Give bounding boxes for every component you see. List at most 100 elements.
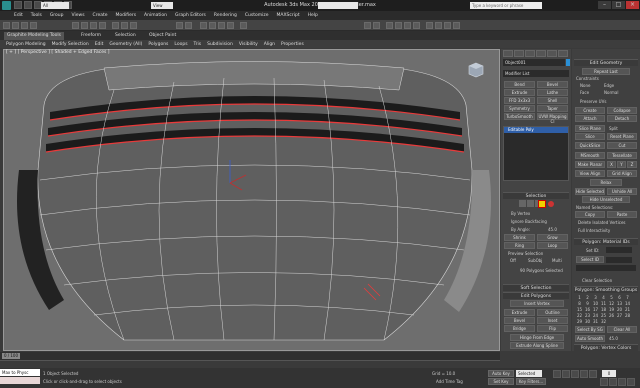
window-crossing-icon[interactable] — [99, 22, 106, 29]
viewport-label[interactable]: [ + ] [ Perspective ] [ Shaded + Edged F… — [6, 50, 110, 55]
ring-button[interactable]: Ring — [504, 242, 535, 249]
bridge-button[interactable]: Bridge — [504, 325, 535, 332]
maxscript-output[interactable] — [0, 377, 40, 384]
edit-polygons-rollout-header[interactable]: Edit Polygons — [503, 292, 569, 299]
material-ids-rollout-header[interactable]: Polygon: Material IDs — [574, 238, 638, 245]
snap-toggle-icon[interactable] — [200, 22, 207, 29]
motion-tab-icon[interactable] — [536, 50, 546, 57]
bevel-polygon-button[interactable]: Bevel — [504, 317, 535, 324]
viewcube-icon[interactable] — [468, 62, 484, 78]
modifier-list-dropdown[interactable]: Modifier List — [503, 70, 569, 77]
slice-button[interactable]: Slice — [575, 133, 605, 140]
constraint-none-radio[interactable]: None — [580, 83, 590, 88]
rendered-frame-icon[interactable] — [444, 22, 451, 29]
panel-visibility[interactable]: Visibility — [239, 42, 258, 47]
sg-button[interactable]: 32 — [600, 319, 607, 324]
turbosmooth-button[interactable]: TurboSmooth — [504, 113, 535, 120]
orbit-icon[interactable] — [618, 378, 626, 386]
rotate-icon[interactable] — [121, 22, 128, 29]
constraint-face-radio[interactable]: Face — [580, 90, 589, 95]
schematic-view-icon[interactable] — [413, 22, 420, 29]
select-id-spinner[interactable] — [606, 257, 632, 263]
sg-button[interactable]: 13 — [616, 301, 623, 306]
sg-button[interactable]: 25 — [600, 313, 607, 318]
element-mode-icon[interactable] — [548, 201, 554, 207]
key-mode-dropdown[interactable]: Selected — [516, 370, 542, 377]
constraint-normal-radio[interactable]: Normal — [604, 90, 618, 95]
rectangular-selection-icon[interactable] — [90, 22, 97, 29]
mirror-icon[interactable] — [364, 22, 371, 29]
inset-button[interactable]: Inset — [537, 317, 568, 324]
msmooth-button[interactable]: MSmooth — [575, 152, 605, 159]
sg-button[interactable]: 22 — [576, 313, 583, 318]
taper-button[interactable]: Taper — [537, 105, 568, 112]
tab-freeform[interactable]: Freeform — [78, 32, 104, 40]
set-id-spinner[interactable] — [606, 247, 632, 253]
display-tab-icon[interactable] — [547, 50, 557, 57]
sg-button[interactable]: 11 — [600, 301, 607, 306]
constraint-edge-radio[interactable]: Edge — [604, 83, 614, 88]
align-icon[interactable] — [373, 22, 380, 29]
split-checkbox[interactable]: Split — [609, 126, 618, 131]
clear-selection-checkbox[interactable]: Clear Selection — [582, 278, 612, 283]
sg-button[interactable]: 9 — [584, 301, 591, 306]
modifier-stack[interactable] — [503, 126, 569, 181]
vertex-colors-rollout-header[interactable]: Polygon: Vertex Colors — [574, 344, 638, 351]
key-filters-button[interactable]: Key Filters... — [516, 378, 546, 385]
bevel-button[interactable]: Bevel — [537, 81, 568, 88]
material-editor-icon[interactable] — [426, 22, 433, 29]
view-align-button[interactable]: View Align — [575, 170, 605, 177]
smoothing-groups-rollout-header[interactable]: Polygon: Smoothing Groups — [574, 286, 638, 293]
render-production-icon[interactable] — [453, 22, 460, 29]
layer-manager-icon[interactable] — [386, 22, 393, 29]
panel-edit[interactable]: Edit — [95, 42, 104, 47]
named-selection-sets-dropdown[interactable] — [318, 2, 358, 9]
go-to-start-icon[interactable] — [553, 370, 561, 378]
sg-button[interactable]: 5 — [608, 295, 615, 300]
preview-subobj-radio[interactable]: SubObj — [528, 258, 542, 263]
select-manipulate-icon[interactable] — [185, 22, 192, 29]
angle-spinner[interactable]: 45.0 — [548, 227, 557, 232]
panel-loops[interactable]: Loops — [174, 42, 187, 47]
hinge-from-edge-button[interactable]: Hinge From Edge — [510, 334, 564, 341]
sg-button[interactable]: 3 — [592, 295, 599, 300]
zoom-icon[interactable] — [600, 378, 608, 386]
panel-polygon-modeling[interactable]: Polygon Modeling — [6, 42, 46, 47]
minimize-button[interactable]: – — [598, 1, 611, 9]
maximize-button[interactable]: □ — [612, 1, 625, 9]
selection-filter-dropdown[interactable]: All — [41, 2, 69, 9]
perspective-viewport[interactable] — [3, 49, 500, 351]
uvw-mapping-button[interactable]: UVW Mapping Cl — [537, 113, 568, 124]
paste-button[interactable]: Paste — [607, 211, 637, 218]
loop-button[interactable]: Loop — [537, 242, 568, 249]
unhide-all-button[interactable]: Unhide All — [607, 188, 637, 195]
object-color-swatch[interactable] — [566, 59, 570, 66]
select-object-icon[interactable] — [72, 22, 79, 29]
sg-button[interactable]: 19 — [608, 307, 615, 312]
panel-modify-selection[interactable]: Modify Selection — [52, 42, 89, 47]
create-tab-icon[interactable] — [503, 50, 513, 57]
menu-edit[interactable]: Edit — [14, 13, 23, 18]
sg-button[interactable]: 27 — [616, 313, 623, 318]
panel-polygons[interactable]: Polygons — [148, 42, 168, 47]
make-planar-button[interactable]: Make Planar — [575, 161, 605, 168]
next-frame-icon[interactable] — [580, 370, 588, 378]
symmetry-button[interactable]: Symmetry — [504, 105, 535, 112]
edge-mode-icon[interactable] — [527, 200, 534, 207]
hide-unselected-button[interactable]: Hide Unselected — [582, 196, 630, 203]
panel-geometry[interactable]: Geometry (All) — [109, 42, 142, 47]
go-to-end-icon[interactable] — [589, 370, 597, 378]
reset-plane-button[interactable]: Reset Plane — [607, 133, 637, 140]
sg-button[interactable]: 29 — [576, 319, 583, 324]
sg-button[interactable]: 15 — [576, 307, 583, 312]
menu-tools[interactable]: Tools — [31, 13, 42, 18]
menu-group[interactable]: Group — [50, 13, 64, 18]
reference-coordinate-dropdown[interactable]: View — [151, 2, 173, 9]
object-name-field[interactable]: Object001 — [503, 59, 565, 66]
angle-snap-icon[interactable] — [209, 22, 216, 29]
modify-tab-icon[interactable] — [514, 50, 524, 57]
graphite-toggle-icon[interactable] — [395, 22, 402, 29]
grow-button[interactable]: Grow — [537, 234, 568, 241]
sg-button[interactable]: 21 — [624, 307, 631, 312]
maximize-viewport-icon[interactable] — [627, 378, 635, 386]
